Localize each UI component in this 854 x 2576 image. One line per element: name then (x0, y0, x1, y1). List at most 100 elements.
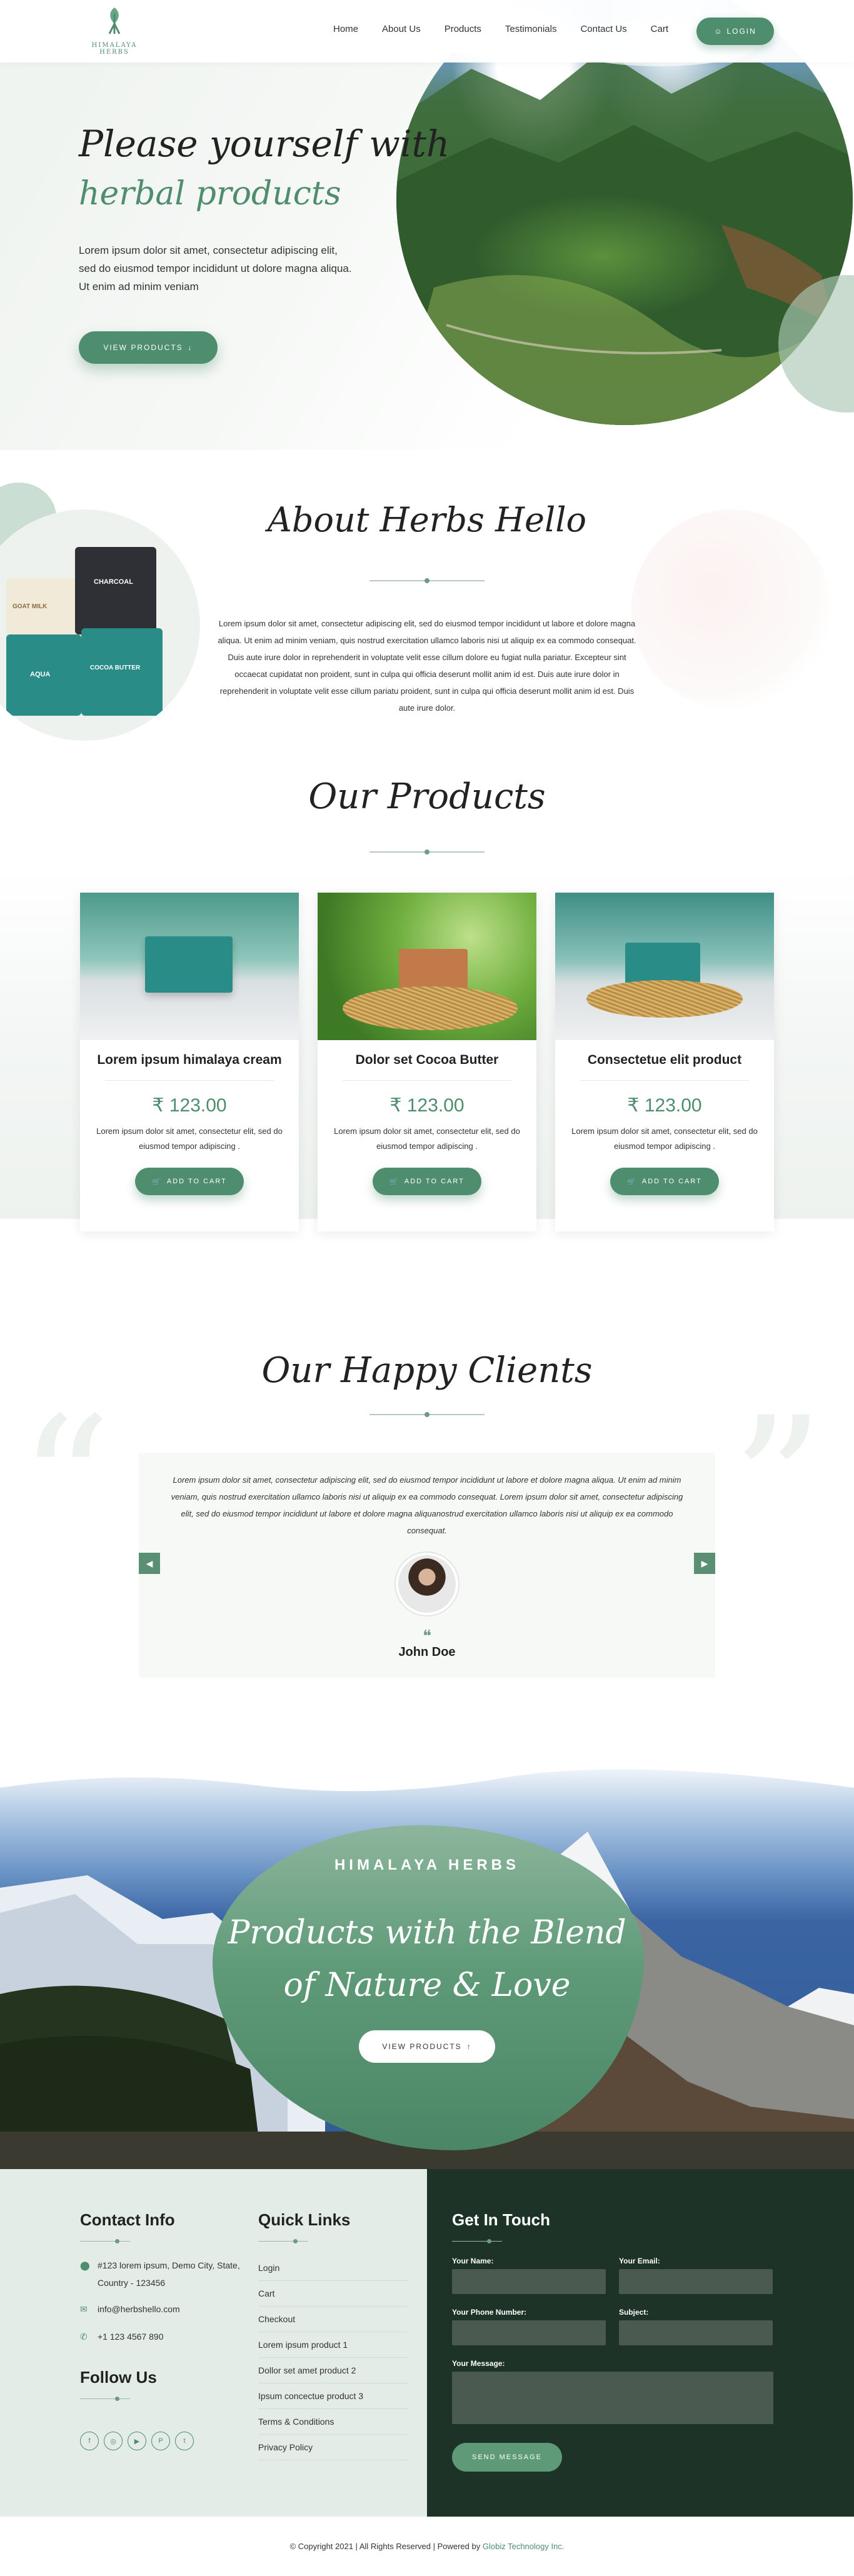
heading-divider (80, 2397, 130, 2402)
message-label: Your Message: (452, 2359, 505, 2368)
name-input[interactable] (452, 2269, 606, 2294)
arrow-down-icon: ↓ (188, 343, 193, 352)
product-name[interactable]: Consectetue elit product (555, 1053, 774, 1068)
subject-input[interactable] (619, 2320, 773, 2345)
facebook-icon[interactable]: f (80, 2432, 99, 2450)
email-input[interactable] (619, 2269, 773, 2294)
login-button[interactable]: ☺ LOGIN (696, 18, 774, 45)
cart-icon: 🛒 (627, 1178, 637, 1186)
nav-products[interactable]: Products (445, 24, 481, 34)
link-checkout[interactable]: Checkout (258, 2307, 408, 2332)
phone-icon: ✆ (80, 2332, 88, 2342)
quick-links-heading: Quick Links (258, 2210, 351, 2229)
product-image[interactable] (318, 893, 536, 1040)
send-message-button[interactable]: SEND MESSAGE (452, 2443, 562, 2472)
logo[interactable]: HIMALAYA HERBS (80, 5, 149, 58)
link-privacy[interactable]: Privacy Policy (258, 2435, 408, 2460)
arrow-up-icon: ↑ (466, 2042, 472, 2051)
phone-label: Your Phone Number: (452, 2308, 527, 2317)
product-description: Lorem ipsum dolor sit amet, consectetur … (571, 1126, 758, 1151)
view-products-button[interactable]: VIEW PRODUCTS ↑ (359, 2030, 495, 2063)
twitter-icon[interactable]: t (175, 2432, 194, 2450)
testimonials-section: Our Happy Clients “ ” Lorem ipsum dolor … (0, 1294, 854, 1757)
himalaya-banner: HIMALAYA HERBS Products with the Blend o… (0, 1757, 854, 2169)
address-text: #123 lorem ipsum, Demo City, State, Coun… (98, 2260, 240, 2288)
section-divider (369, 576, 485, 585)
add-to-cart-button[interactable]: 🛒 ADD TO CART (610, 1168, 719, 1195)
add-to-cart-button[interactable]: 🛒 ADD TO CART (135, 1168, 244, 1195)
open-quote-icon: “ (19, 1379, 112, 1590)
view-products-label: VIEW PRODUCTS (103, 343, 183, 352)
product-price: ₹ 123.00 (389, 1095, 465, 1116)
phone-text[interactable]: +1 123 4567 890 (98, 2328, 164, 2345)
instagram-icon[interactable]: ◎ (104, 2432, 123, 2450)
close-quote-icon: ” (731, 1379, 825, 1590)
nav-about[interactable]: About Us (382, 24, 421, 34)
link-terms[interactable]: Terms & Conditions (258, 2409, 408, 2435)
banner-title: Products with the Blend of Nature & Love (0, 1907, 854, 2012)
hero-subtitle: herbal products (79, 175, 341, 213)
link-product-2[interactable]: Dollor set amet product 2 (258, 2358, 408, 2383)
email-row[interactable]: ✉ info@herbshello.com (80, 2300, 180, 2318)
site-footer: Contact Info ⬤ #123 lorem ipsum, Demo Ci… (0, 2169, 854, 2517)
product-card: Dolor set Cocoa Butter ₹ 123.00 Lorem ip… (318, 893, 536, 1231)
straw-nest (586, 980, 743, 1018)
product-image[interactable] (555, 893, 774, 1040)
youtube-icon[interactable]: ▶ (128, 2432, 146, 2450)
add-to-cart-label: ADD TO CART (404, 1178, 465, 1185)
client-avatar (396, 1553, 458, 1615)
nav-cart[interactable]: Cart (651, 24, 668, 34)
link-product-3[interactable]: Ipsum concectue product 3 (258, 2383, 408, 2409)
logo-text: HIMALAYA HERBS (91, 42, 138, 56)
user-icon: ☺ (714, 27, 723, 36)
heading-divider (80, 2239, 130, 2244)
heading-divider (258, 2239, 308, 2244)
nav-home[interactable]: Home (333, 24, 358, 34)
product-name[interactable]: Dolor set Cocoa Butter (318, 1053, 536, 1068)
copyright-bar: © Copyright 2021 | All Rights Reserved |… (0, 2517, 854, 2576)
products-title: Our Products (308, 776, 546, 817)
background-jar-image (631, 509, 831, 709)
add-to-cart-button[interactable]: 🛒 ADD TO CART (373, 1168, 481, 1195)
powered-by-link[interactable]: Globiz Technology Inc. (483, 2542, 565, 2551)
email-icon: ✉ (80, 2304, 88, 2314)
nav-testimonials[interactable]: Testimonials (505, 24, 557, 34)
phone-input[interactable] (452, 2320, 606, 2345)
social-links: f ◎ ▶ P t (80, 2432, 194, 2450)
message-textarea[interactable] (452, 2372, 773, 2424)
link-cart[interactable]: Cart (258, 2281, 408, 2307)
contact-info-heading: Contact Info (80, 2210, 175, 2229)
leaf-logo-icon (108, 8, 121, 34)
about-product-image: GOAT MILK CHARCOAL AQUA COCOA BUTTER (0, 509, 200, 741)
next-testimonial-button[interactable]: ▶ (694, 1553, 715, 1574)
hero-title: Please yourself with (79, 123, 450, 165)
product-description: Lorem ipsum dolor sit amet, consectetur … (334, 1126, 520, 1151)
package-cocoa-butter: COCOA BUTTER (81, 628, 163, 716)
email-text[interactable]: info@herbshello.com (98, 2300, 180, 2318)
testimonial-card: Lorem ipsum dolor sit amet, consectetur … (139, 1453, 715, 1678)
link-product-1[interactable]: Lorem ipsum product 1 (258, 2332, 408, 2358)
quick-links-list: Login Cart Checkout Lorem ipsum product … (258, 2255, 408, 2460)
cart-icon: 🛒 (389, 1178, 399, 1186)
product-image[interactable] (80, 893, 299, 1040)
client-name: John Doe (398, 1645, 456, 1659)
pinterest-icon[interactable]: P (151, 2432, 170, 2450)
section-divider (369, 848, 485, 856)
about-section: GOAT MILK CHARCOAL AQUA COCOA BUTTER Abo… (0, 450, 854, 763)
about-text: Lorem ipsum dolor sit amet, consectetur … (218, 619, 636, 713)
cart-icon: 🛒 (152, 1178, 162, 1186)
product-card: Consectetue elit product ₹ 123.00 Lorem … (555, 893, 774, 1231)
phone-row[interactable]: ✆ +1 123 4567 890 (80, 2328, 164, 2345)
product-name[interactable]: Lorem ipsum himalaya cream (80, 1053, 299, 1068)
product-price: ₹ 123.00 (152, 1095, 227, 1116)
soap-box (145, 936, 233, 993)
site-header: HIMALAYA HERBS Home About Us Products Te… (0, 0, 854, 63)
product-price: ₹ 123.00 (627, 1095, 702, 1116)
link-login[interactable]: Login (258, 2255, 408, 2281)
view-products-button[interactable]: VIEW PRODUCTS ↓ (79, 331, 218, 364)
copyright-text: © Copyright 2021 | All Rights Reserved |… (289, 2542, 481, 2551)
testimonials-title: Our Happy Clients (261, 1350, 593, 1391)
prev-testimonial-button[interactable]: ◀ (139, 1553, 160, 1574)
nav-contact[interactable]: Contact Us (580, 24, 626, 34)
about-title: About Herbs Hello (267, 500, 587, 539)
